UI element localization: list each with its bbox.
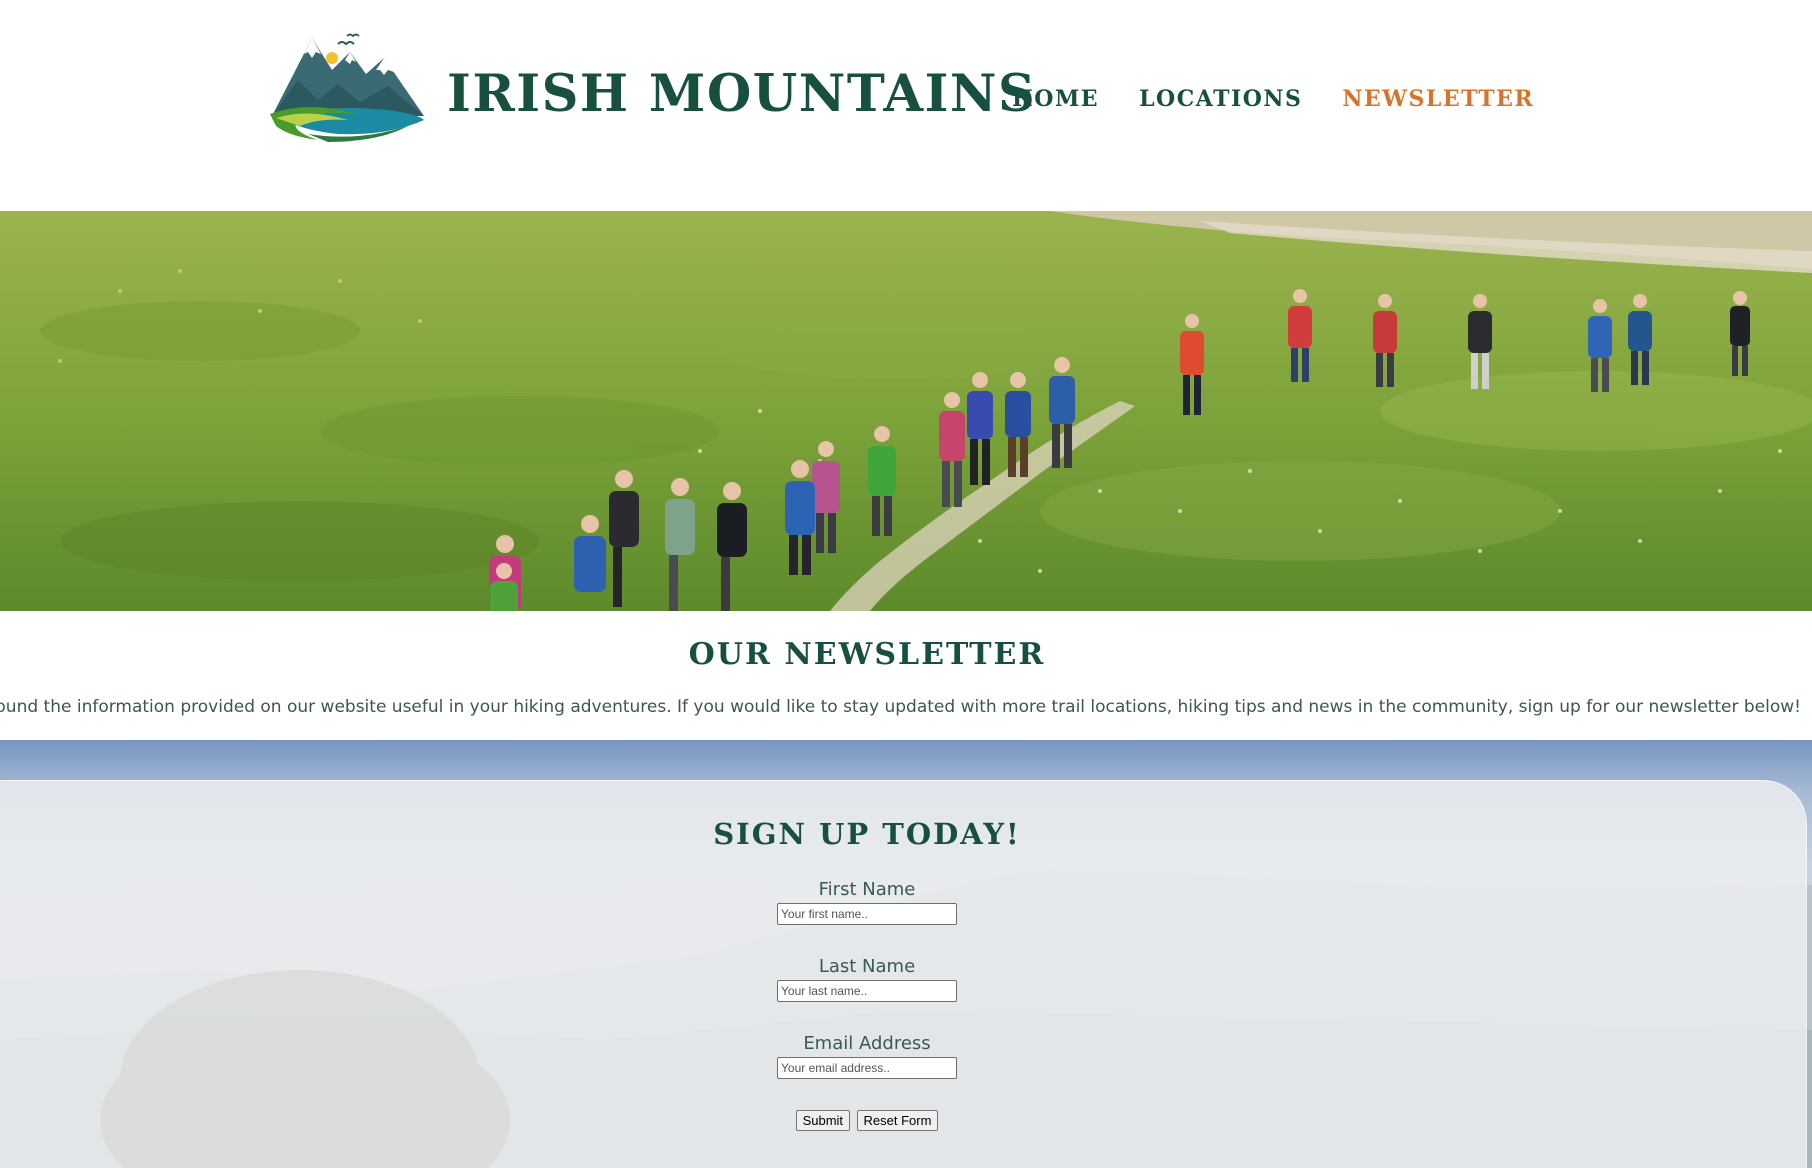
nav-home[interactable]: HOME	[1012, 86, 1099, 112]
first-name-label: First Name	[818, 879, 916, 900]
hero-photo-illustration	[0, 211, 1812, 611]
nav-newsletter[interactable]: NEWSLETTER	[1342, 86, 1534, 112]
hero-hikers-image	[0, 211, 1812, 611]
email-field[interactable]	[777, 1057, 957, 1079]
newsletter-intro-text: e you found the information provided on …	[0, 697, 1801, 717]
submit-button[interactable]: Submit	[795, 1110, 851, 1131]
last-name-group: Last Name	[0, 956, 1734, 1002]
last-name-label: Last Name	[818, 956, 916, 977]
first-name-field[interactable]	[777, 903, 957, 925]
reset-form-button[interactable]: Reset Form	[856, 1110, 939, 1131]
form-buttons: Submit Reset Form	[0, 1110, 1734, 1131]
newsletter-intro: OUR NEWSLETTER e you found the informati…	[0, 611, 1812, 740]
last-name-field[interactable]	[777, 980, 957, 1002]
main-nav: HOME LOCATIONS NEWSLETTER	[1012, 86, 1534, 112]
newsletter-heading: OUR NEWSLETTER	[688, 637, 1046, 672]
signup-section: SIGN UP TODAY! First Name Last Name Emai…	[0, 740, 1812, 1168]
signup-heading: SIGN UP TODAY!	[713, 817, 1021, 851]
mountain-logo-icon[interactable]	[268, 30, 428, 142]
email-label: Email Address	[803, 1033, 931, 1054]
site-header: IRISH MOUNTAINS HOME LOCATIONS NEWSLETTE…	[0, 0, 1812, 211]
first-name-group: First Name	[0, 879, 1734, 925]
brand-title[interactable]: IRISH MOUNTAINS	[447, 64, 1036, 124]
email-group: Email Address	[0, 1033, 1734, 1079]
nav-locations[interactable]: LOCATIONS	[1139, 86, 1302, 112]
